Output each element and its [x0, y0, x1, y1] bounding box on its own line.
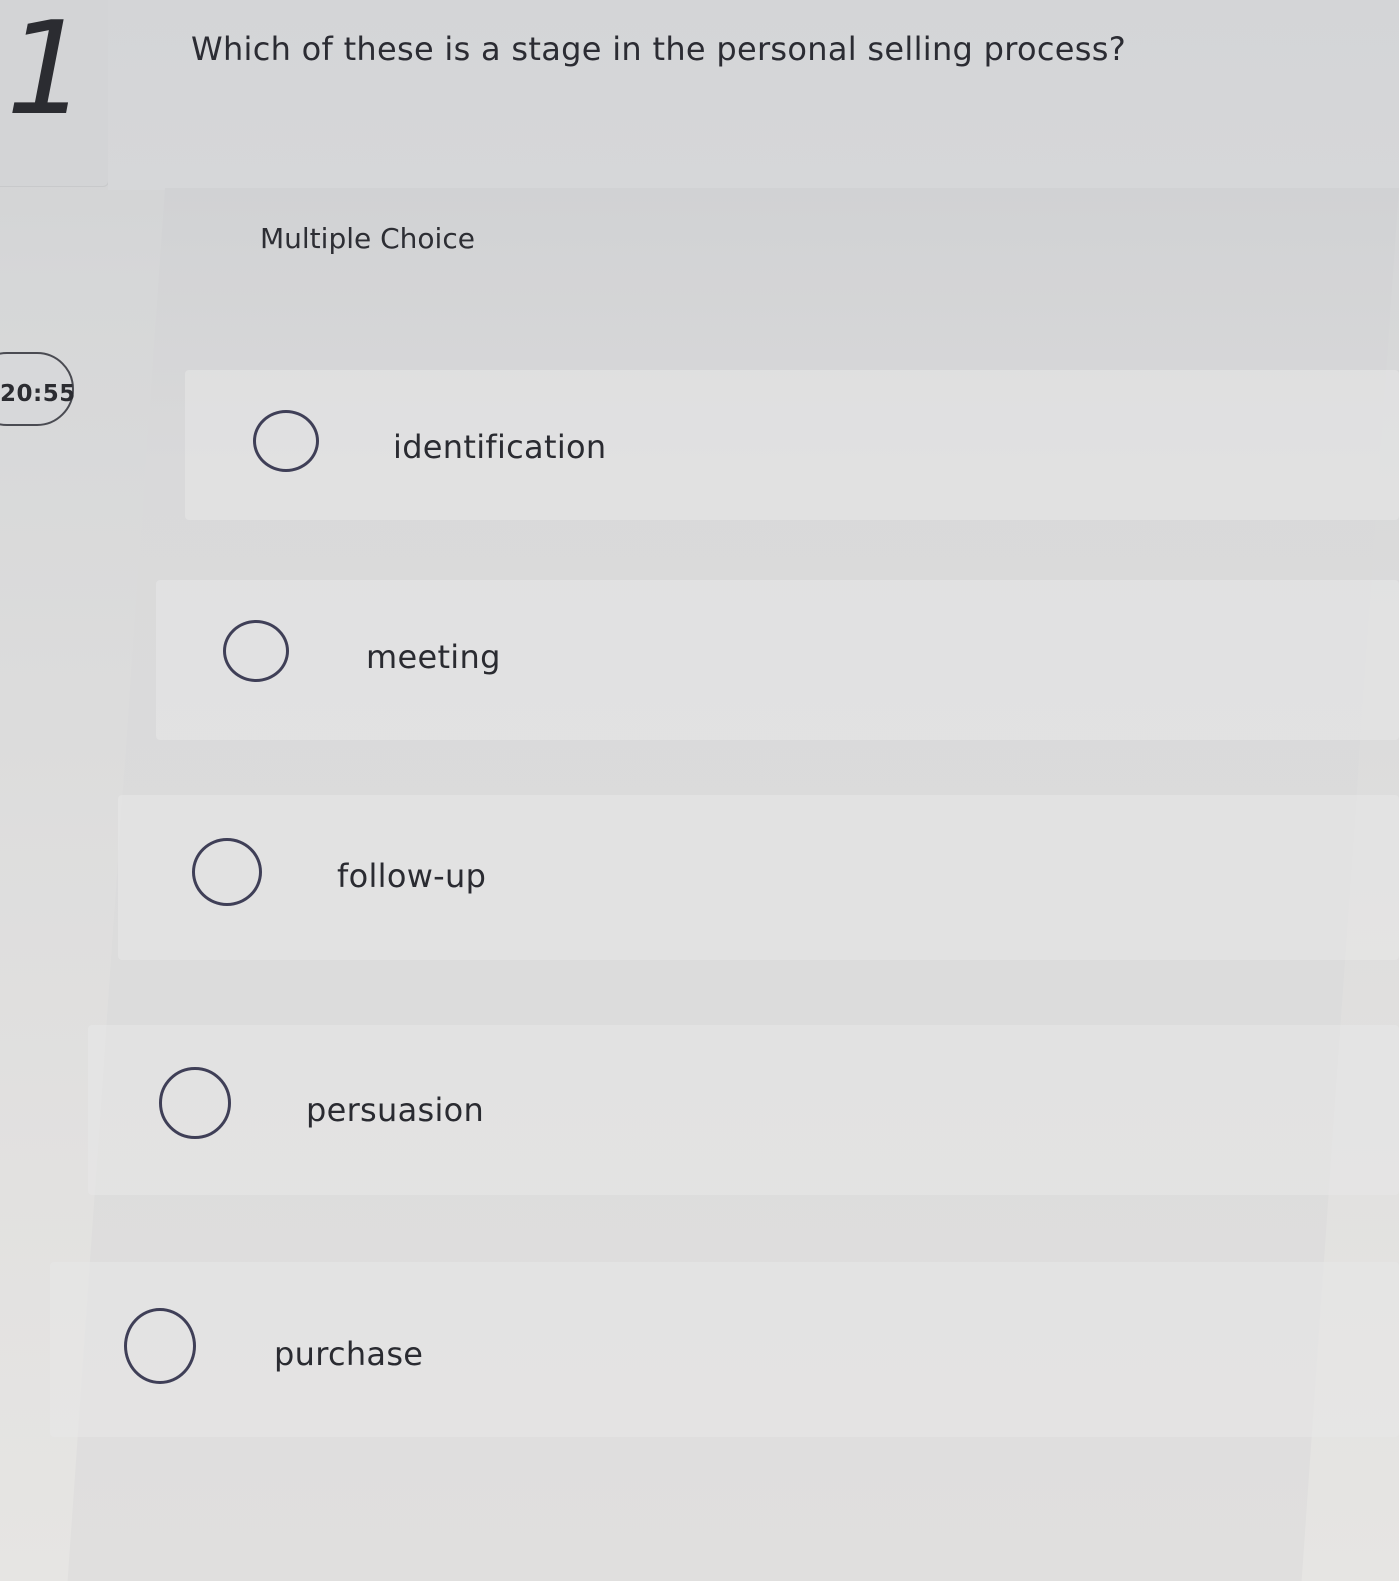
radio-button[interactable]	[159, 1067, 231, 1139]
choice-label: purchase	[274, 1335, 424, 1373]
choice-option[interactable]: purchase	[50, 1262, 1399, 1437]
radio-button[interactable]	[192, 838, 262, 906]
question-header	[108, 0, 1399, 190]
radio-button[interactable]	[124, 1308, 196, 1384]
choice-label: meeting	[366, 638, 501, 676]
question-type-label: Multiple Choice	[260, 222, 475, 255]
question-prompt: Which of these is a stage in the persona…	[191, 30, 1126, 68]
choice-label: follow-up	[337, 857, 487, 895]
radio-button[interactable]	[223, 620, 289, 682]
choice-option[interactable]: identification	[185, 370, 1399, 520]
choice-label: persuasion	[306, 1091, 485, 1129]
choice-option[interactable]: follow-up	[118, 795, 1399, 960]
radio-button[interactable]	[253, 410, 319, 472]
question-number: 1	[6, 0, 88, 144]
choice-option[interactable]: meeting	[156, 580, 1399, 740]
timer-value: 20:55	[0, 381, 76, 407]
choice-option[interactable]: persuasion	[88, 1025, 1399, 1195]
choice-label: identification	[393, 428, 607, 466]
